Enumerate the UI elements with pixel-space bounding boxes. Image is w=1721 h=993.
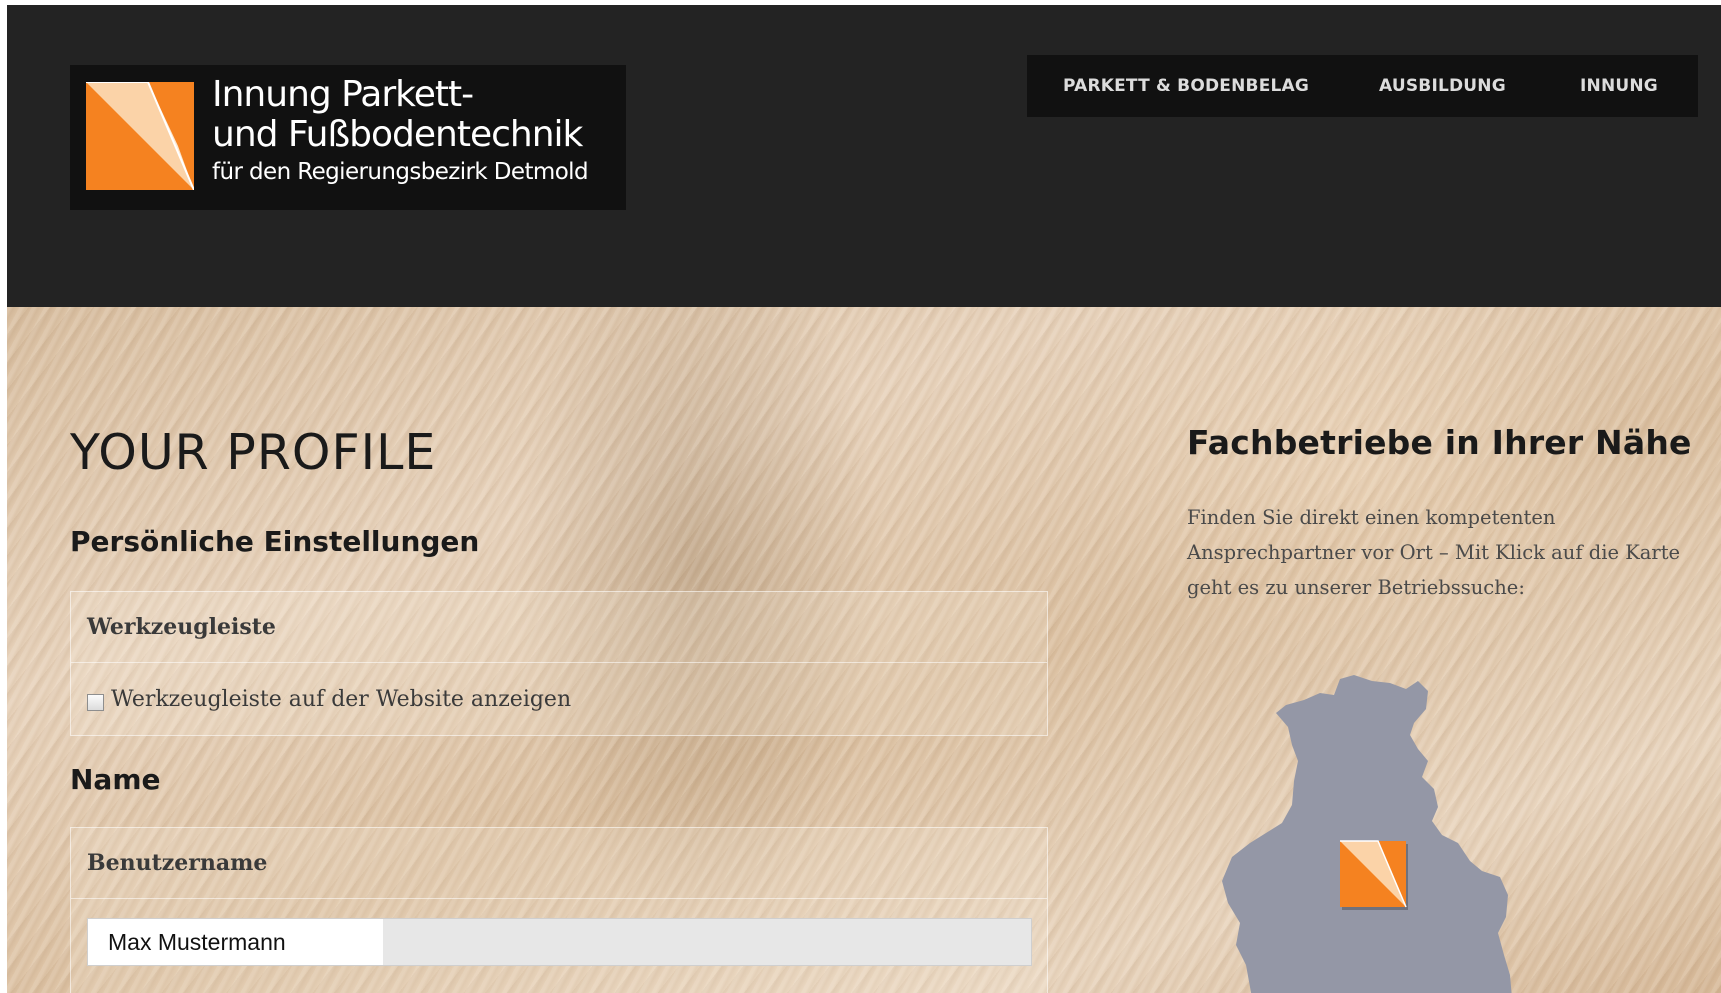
username-panel-header: Benutzername (71, 828, 1047, 899)
region-map-icon[interactable] (1222, 665, 1542, 993)
toolbar-panel-header: Werkzeugleiste (71, 592, 1047, 663)
main-navigation: PARKETT & BODENBELAG AUSBILDUNG INNUNG (1027, 55, 1698, 117)
toolbar-panel-body: Werkzeugleiste auf der Website anzeigen (71, 663, 1047, 735)
nav-item-innung[interactable]: INNUNG (1580, 76, 1658, 96)
site-logo[interactable]: Innung Parkett- und Fußbodentechnik für … (70, 65, 626, 210)
username-panel-title: Benutzername (87, 850, 268, 876)
toolbar-checkbox[interactable] (87, 693, 104, 711)
toolbar-panel-title: Werkzeugleiste (87, 614, 276, 640)
name-heading: Name (70, 763, 161, 796)
map-marker-icon (1340, 840, 1408, 910)
sidebar-text: Finden Sie direkt einen kompetenten Ansp… (1187, 506, 1681, 599)
settings-heading: Persönliche Einstellungen (70, 525, 480, 558)
logo-line-2: und Fußbodentechnik (212, 114, 583, 155)
toolbar-checkbox-label[interactable]: Werkzeugleiste auf der Website anzeigen (111, 687, 571, 712)
username-panel-body: Max Mustermann (71, 899, 1047, 979)
nav-item-parkett-bodenbelag[interactable]: PARKETT & BODENBELAG (1063, 76, 1309, 96)
page: Innung Parkett- und Fußbodentechnik für … (7, 5, 1721, 993)
username-field[interactable]: Max Mustermann (87, 918, 1032, 966)
logo-text: Innung Parkett- und Fußbodentechnik für … (212, 74, 589, 189)
logo-line-1: Innung Parkett- (212, 74, 474, 115)
username-panel: Benutzername Max Mustermann (70, 827, 1048, 993)
orange-diamond-logo-icon (86, 82, 194, 190)
nav-item-ausbildung[interactable]: AUSBILDUNG (1379, 76, 1506, 96)
page-title: YOUR PROFILE (70, 424, 437, 481)
toolbar-settings-panel: Werkzeugleiste Werkzeugleiste auf der We… (70, 591, 1048, 736)
sidebar-title: Fachbetriebe in Ihrer Nähe (1187, 423, 1692, 462)
site-header: Innung Parkett- und Fußbodentechnik für … (7, 5, 1721, 307)
username-value: Max Mustermann (88, 919, 383, 965)
logo-line-3: für den Regierungsbezirk Detmold (212, 159, 589, 185)
